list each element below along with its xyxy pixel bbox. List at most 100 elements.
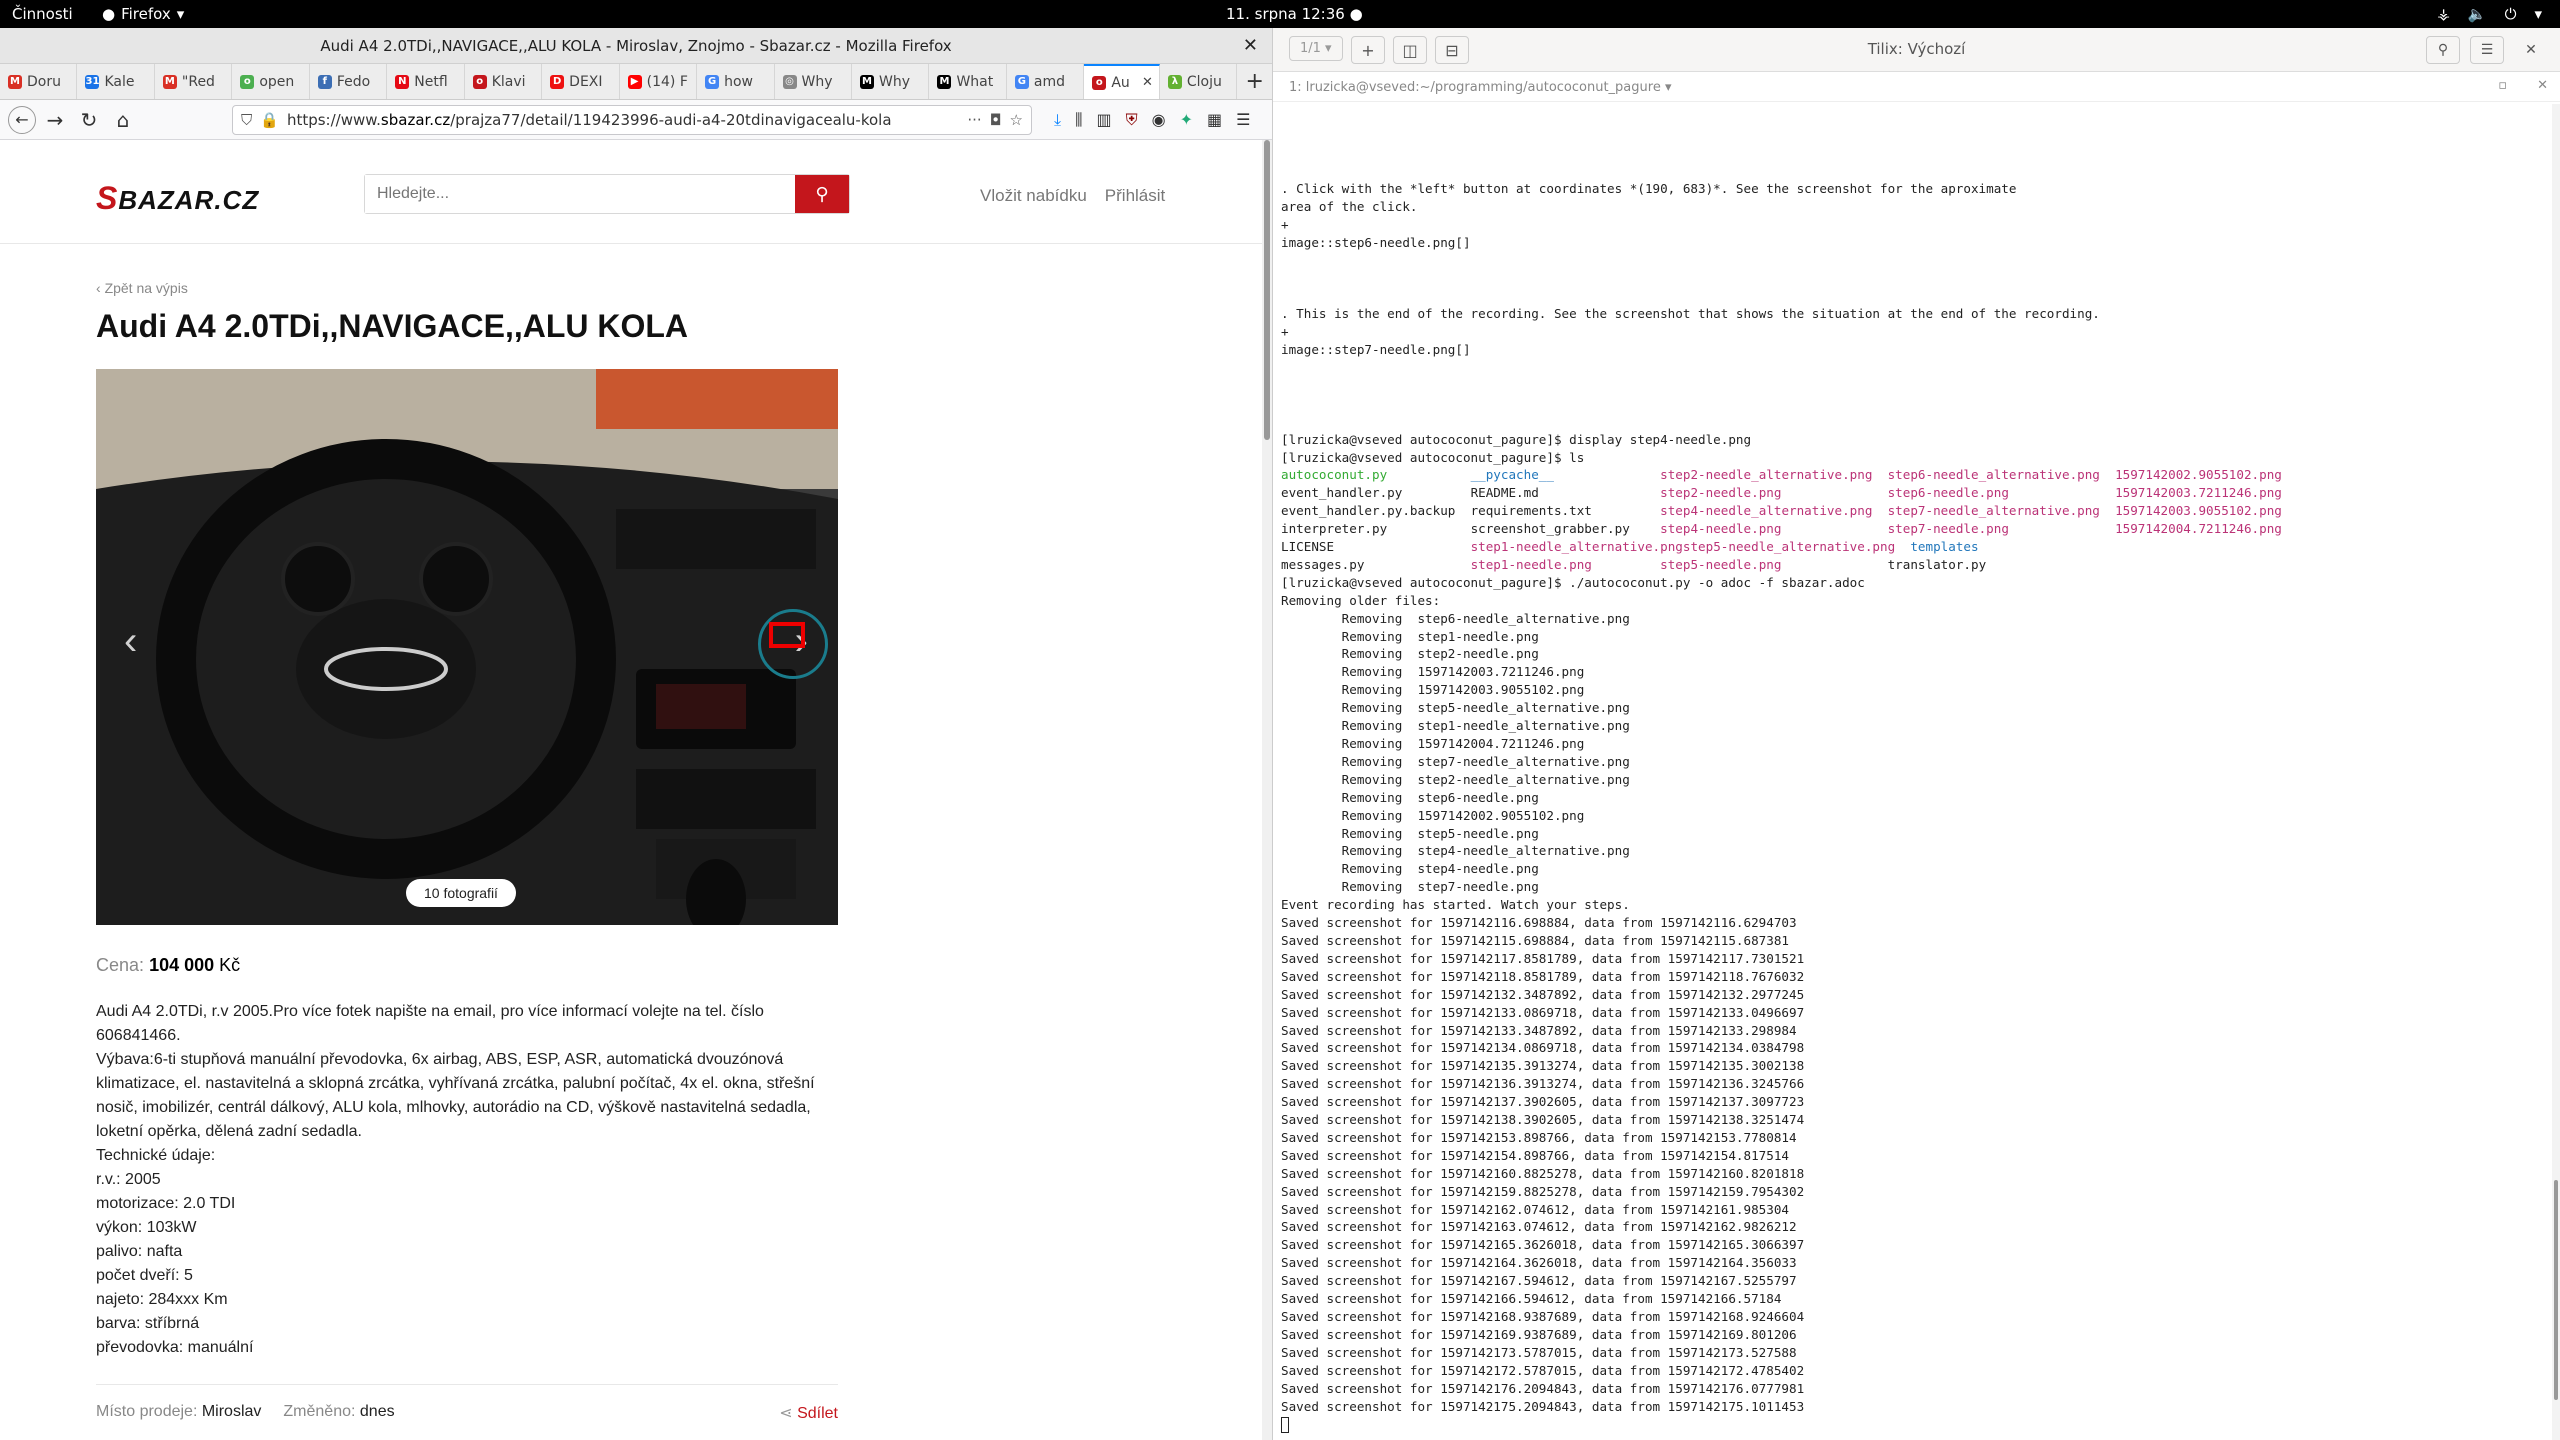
share-label: Sdílet (797, 1405, 838, 1422)
ublock-icon[interactable]: ⛨ (1126, 110, 1138, 130)
terminal-text: step2-needle_alternative.png (1660, 467, 1888, 483)
terminal-scrollbar-thumb[interactable] (2554, 1180, 2558, 1400)
terminal-line: Saved screenshot for 1597142136.3913274,… (1281, 1076, 1804, 1091)
terminal-line: Saved screenshot for 1597142173.5787015,… (1281, 1345, 1797, 1360)
tab-favicon-icon: o (1092, 75, 1107, 90)
listing-content: ‹ Zpět na výpis Audi A4 2.0TDi,,NAVIGACE… (96, 244, 838, 1440)
terminal-text: Removing 1597142004.7211246.png (1281, 736, 1585, 751)
browser-tab[interactable]: ▶ (14) F (620, 64, 698, 99)
back-to-list-link[interactable]: ‹ Zpět na výpis (96, 280, 836, 296)
browser-tab[interactable]: M Doru (0, 64, 78, 99)
extension-icon[interactable]: ✦ (1180, 110, 1193, 129)
browser-tab[interactable]: 31 Kale (77, 64, 155, 99)
terminal-text: step4-needle.png (1660, 521, 1888, 537)
pocket-icon[interactable]: ◘ (990, 111, 1002, 129)
power-icon: ⏻ (2504, 5, 2517, 23)
browser-tab[interactable]: M "Red (155, 64, 233, 99)
browser-tab[interactable]: M What (929, 64, 1007, 99)
listing-photo[interactable]: ‹ › 10 fotografií (96, 369, 838, 925)
new-tab-button[interactable]: + (1237, 64, 1272, 99)
terminal-line: interpreter.py screenshot_grabber.py ste… (1281, 521, 2297, 536)
price-value: 104 000 (149, 955, 215, 975)
browser-tab[interactable]: f Fedo (310, 64, 388, 99)
app-menu[interactable]: ● Firefox ▾ (102, 5, 184, 23)
terminal-text: step7-needle.png (1887, 521, 2116, 537)
more-dots-icon[interactable]: ··· (967, 111, 981, 129)
tab-label: Why (878, 73, 910, 90)
browser-tab[interactable]: o open (232, 64, 310, 99)
terminal-session-bar: 1: lruzicka@vseved:~/programming/autococ… (1273, 72, 2560, 102)
photo-count-button[interactable]: 10 fotografií (406, 879, 516, 907)
tab-strip: M Doru 31 Kale M "Red o open f Fedo N Netfl o Klavi D D… (0, 64, 1272, 100)
library-icon[interactable]: ⫼ (1075, 110, 1082, 130)
terminal-menu-button[interactable]: ☰ (2470, 36, 2504, 64)
extensions-grid-icon[interactable]: ▦ (1207, 110, 1222, 129)
terminal-line: Removing step1-needle.png (1281, 629, 1539, 644)
terminal-line: [lruzicka@vseved autococonut_pagure]$ ./… (1281, 575, 1865, 590)
browser-tab[interactable]: N Netfl (387, 64, 465, 99)
terminal-text: step1-needle_alternative.png (1470, 539, 1683, 555)
browser-tab[interactable]: Gamd (1007, 64, 1085, 99)
terminal-close-button[interactable]: ✕ (2514, 36, 2548, 64)
maximize-icon[interactable]: ▫ (2498, 78, 2507, 93)
terminal-text: messages.py (1281, 556, 1471, 572)
terminal-line: Saved screenshot for 1597142133.3487892,… (1281, 1023, 1797, 1038)
url-text[interactable]: https://www.sbazar.cz/prajza77/detail/11… (287, 111, 959, 129)
activities-button[interactable]: Činnosti (12, 5, 73, 23)
clock-label: 11. srpna 12:36 (1226, 5, 1345, 23)
browser-tab[interactable]: o Au ✕ (1084, 64, 1160, 99)
terminal-text: Saved screenshot for 1597142115.698884, … (1281, 932, 1789, 948)
home-button[interactable]: ⌂ (108, 105, 138, 135)
terminal-text: step6-needle.png (1887, 485, 2116, 501)
browser-tab[interactable]: D DEXI (542, 64, 620, 99)
sidebar-icon[interactable]: ▥ (1096, 110, 1111, 129)
terminal-output[interactable]: . Click with the *left* button at coordi… (1281, 162, 2320, 1433)
terminal-text: Removing 1597142002.9055102.png (1281, 807, 1585, 823)
terminal-text: Removing step4-needle.png (1281, 861, 1539, 877)
shield-icon[interactable]: ⛉ (241, 111, 252, 129)
terminal-search-button[interactable]: ⚲ (2426, 36, 2460, 64)
previous-photo-button[interactable]: ‹ (124, 619, 137, 664)
browser-tab[interactable]: o Klavi (465, 64, 543, 99)
login-link[interactable]: Přihlásit (1105, 186, 1165, 206)
page-scrollbar-thumb[interactable] (1264, 140, 1270, 440)
reload-button[interactable]: ↻ (74, 105, 104, 135)
terminal-scrollbar[interactable] (2552, 104, 2560, 1440)
forward-button[interactable]: → (40, 105, 70, 135)
session-title[interactable]: 1: lruzicka@vseved:~/programming/autococ… (1289, 80, 1661, 95)
url-bar[interactable]: ⛉ 🔒 https://www.sbazar.cz/prajza77/detai… (232, 104, 1032, 135)
close-terminal-icon[interactable]: ✕ (2537, 78, 2548, 93)
terminal-line: Saved screenshot for 1597142154.898766, … (1281, 1148, 1789, 1163)
menu-hamburger-icon[interactable]: ☰ (1236, 110, 1250, 129)
page-scrollbar[interactable] (1262, 140, 1272, 1440)
clock[interactable]: 11. srpna 12:36 ● (1226, 5, 1363, 23)
search-button[interactable]: ⚲ (795, 175, 849, 213)
terminal-text: . Click with the *left* button at coordi… (1281, 180, 2017, 196)
back-button[interactable]: ← (8, 105, 36, 134)
download-icon[interactable]: ⤓ (1054, 110, 1061, 130)
close-tab-icon[interactable]: ✕ (1142, 75, 1153, 90)
browser-tab[interactable]: M Why (852, 64, 930, 99)
terminal-text: Removing older files: (1281, 592, 1441, 608)
terminal-text: + (1281, 216, 1289, 232)
new-offer-link[interactable]: Vložit nabídku (980, 186, 1087, 206)
bookmark-star-icon[interactable]: ☆ (1010, 111, 1023, 129)
system-tray[interactable]: ⚶ 🔈 ⏻ ▾ (2437, 5, 2542, 23)
lock-icon[interactable]: 🔒 (260, 111, 279, 129)
terminal-text: Saved screenshot for 1597142173.5787015,… (1281, 1344, 1797, 1360)
search-input[interactable] (365, 175, 795, 213)
browser-tab[interactable]: ◎ Why (775, 64, 852, 99)
tab-label: Klavi (491, 73, 526, 90)
browser-tab[interactable]: Ghow (697, 64, 775, 99)
account-icon[interactable]: ◉ (1152, 110, 1166, 129)
browser-tab[interactable]: λ Cloju (1160, 64, 1238, 99)
chevron-down-icon: ▾ (176, 5, 185, 23)
close-window-button[interactable]: ✕ (1243, 28, 1258, 64)
firefox-window: Audi A4 2.0TDi,,NAVIGACE,,ALU KOLA - Mir… (0, 28, 1272, 1440)
sbazar-logo[interactable]: SBAZAR.CZ (96, 180, 259, 217)
share-button[interactable]: ⋖ Sdílet (779, 1403, 838, 1423)
tab-favicon-icon: M (859, 74, 874, 89)
terminal-text: step1-needle.png (1470, 556, 1661, 572)
terminal-text: Removing step6-needle.png (1281, 789, 1539, 805)
terminal-text: step7-needle_alternative.png (1887, 503, 2116, 519)
